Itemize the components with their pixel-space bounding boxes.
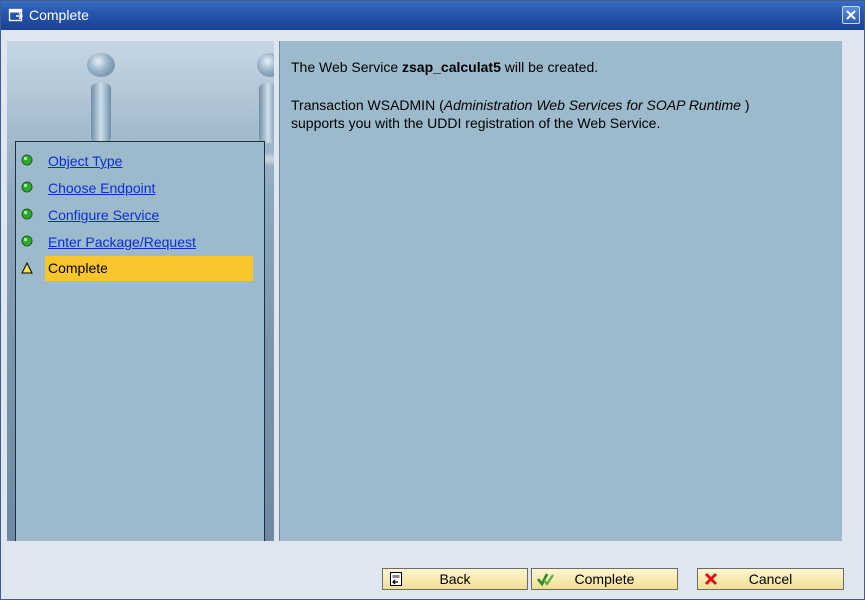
cancel-label: Cancel <box>748 571 793 587</box>
water-splash-decoration-2 <box>259 83 274 143</box>
step-done-icon <box>21 180 33 193</box>
transaction-info: Transaction WSADMIN (Administration Web … <box>291 97 750 113</box>
cancel-button[interactable]: Cancel <box>697 568 844 590</box>
step-enter-package-request[interactable]: Enter Package/Request <box>16 230 264 254</box>
step-label[interactable]: Configure Service <box>48 207 159 223</box>
wizard-steps-list: Object Type Choose Endpoint Configure Se… <box>15 141 265 541</box>
message-text: Transaction WSADMIN ( <box>291 97 444 113</box>
complete-label: Complete <box>574 571 635 587</box>
uddi-info: supports you with the UDDI registration … <box>291 115 661 131</box>
message-text: will be created. <box>500 59 599 75</box>
water-splash-decoration <box>91 83 111 143</box>
window-icon <box>8 7 24 23</box>
step-label[interactable]: Choose Endpoint <box>48 180 155 196</box>
step-done-icon <box>21 153 33 166</box>
wizard-dialog: Complete Object Type Choose Endpoint Con… <box>0 0 865 600</box>
close-button[interactable] <box>842 6 860 24</box>
step-complete[interactable]: Complete <box>16 256 264 281</box>
creation-message: The Web Service zsap_calculat5 will be c… <box>291 59 598 75</box>
step-label[interactable]: Enter Package/Request <box>48 234 196 250</box>
transaction-description: Administration Web Services for SOAP Run… <box>443 97 741 113</box>
back-button[interactable]: Back <box>382 568 528 590</box>
step-object-type[interactable]: Object Type <box>16 149 264 173</box>
water-drop-decoration-2 <box>257 53 274 77</box>
step-choose-endpoint[interactable]: Choose Endpoint <box>16 176 264 200</box>
message-text: ) <box>740 97 750 113</box>
window-title: Complete <box>29 7 89 23</box>
step-label[interactable]: Object Type <box>48 153 122 169</box>
wizard-side-panel: Object Type Choose Endpoint Configure Se… <box>7 41 274 541</box>
step-label: Complete <box>48 260 108 276</box>
back-label: Back <box>439 571 471 587</box>
close-icon <box>846 10 856 20</box>
warning-triangle-icon <box>21 261 33 274</box>
service-name: zsap_calculat5 <box>402 59 501 75</box>
water-drop-decoration <box>87 53 115 77</box>
step-done-icon <box>21 207 33 220</box>
title-bar[interactable]: Complete <box>1 1 864 30</box>
step-done-icon <box>21 234 33 247</box>
message-text: The Web Service <box>291 59 403 75</box>
complete-button[interactable]: Complete <box>531 568 678 590</box>
step-configure-service[interactable]: Configure Service <box>16 203 264 227</box>
wizard-content-panel: The Web Service zsap_calculat5 will be c… <box>279 41 842 541</box>
